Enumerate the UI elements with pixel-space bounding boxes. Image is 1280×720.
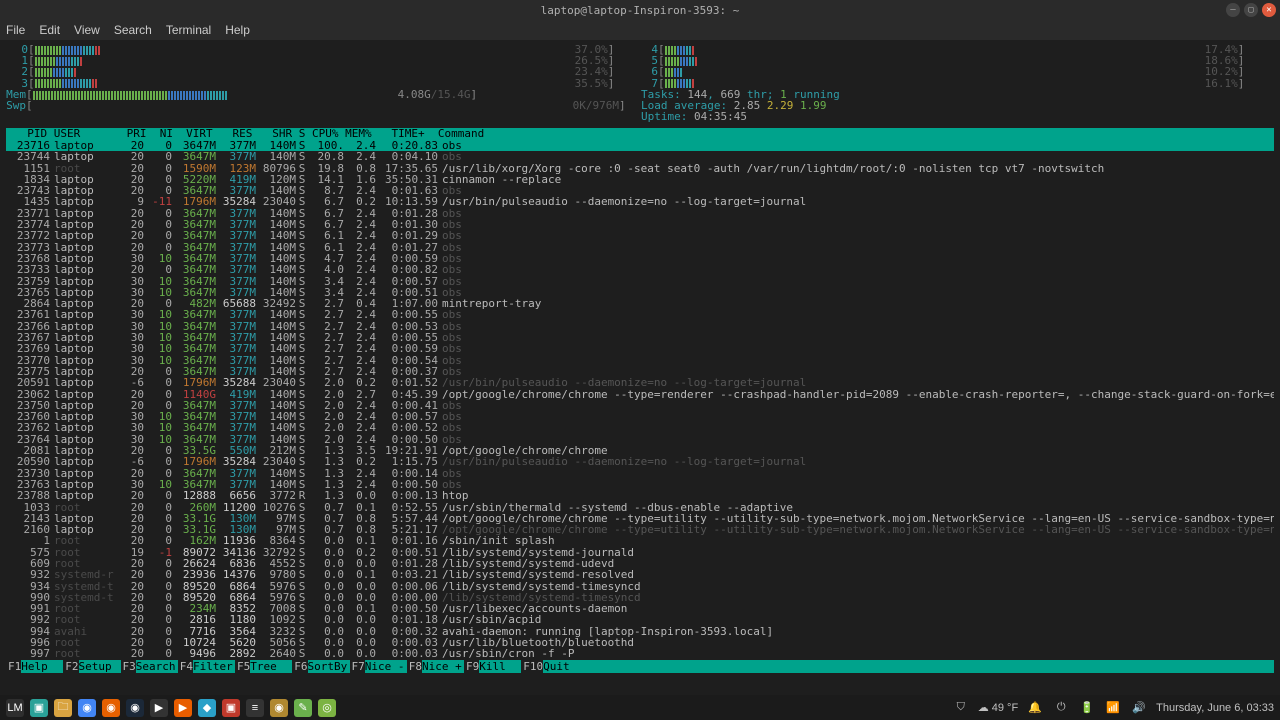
vlc-icon[interactable]: ▶ bbox=[174, 699, 192, 717]
task-summary: Tasks: 144, 669 thr; 1 running Load aver… bbox=[641, 89, 840, 123]
menu-button[interactable]: LM bbox=[6, 699, 24, 717]
fkey-F2[interactable]: F2Setup bbox=[63, 660, 120, 673]
menu-edit[interactable]: Edit bbox=[39, 23, 60, 37]
mem-meters: Mem [ 4.08G/15.4G ] Swp [ 0K/976M ] bbox=[6, 89, 626, 111]
tray-icon[interactable]: 🔔 bbox=[1026, 699, 1044, 717]
fkey-F10[interactable]: F10Quit bbox=[521, 660, 585, 673]
fkey-F4[interactable]: F4Filter bbox=[178, 660, 235, 673]
clock-widget[interactable]: Thursday, June 6, 03:33 bbox=[1156, 702, 1274, 714]
files-icon[interactable]: ▣ bbox=[30, 699, 48, 717]
tray-icon[interactable]: 🔊 bbox=[1130, 699, 1148, 717]
menu-view[interactable]: View bbox=[74, 23, 100, 37]
menu-file[interactable]: File bbox=[6, 23, 25, 37]
process-row[interactable]: 20590 laptop -6 0 1796M 35284 23040 S 1.… bbox=[6, 456, 1274, 467]
fkey-F3[interactable]: F3Search bbox=[121, 660, 178, 673]
fkey-F6[interactable]: F6SortBy bbox=[292, 660, 349, 673]
cpu-meter-3: 3[ 35.5%] bbox=[16, 78, 614, 89]
close-button[interactable]: ✕ bbox=[1262, 3, 1276, 17]
menubar: File Edit View Search Terminal Help bbox=[0, 20, 1280, 40]
fkey-F5[interactable]: F5Tree bbox=[235, 660, 292, 673]
menu-help[interactable]: Help bbox=[225, 23, 250, 37]
fkey-F1[interactable]: F1Help bbox=[6, 660, 63, 673]
process-row[interactable]: 1 root 20 0 162M 11936 8364 S 0.0 0.1 0:… bbox=[6, 535, 1274, 546]
cpu-meter-5: 5[ 18.6%] bbox=[646, 55, 1244, 66]
app-icon[interactable]: ◉ bbox=[270, 699, 288, 717]
terminal-body[interactable]: 0[ 37.0%] 1[ 26.5%] 2[ 23.4%] 3[ 35.5%] … bbox=[0, 40, 1280, 695]
tray-icon[interactable]: ⏻ bbox=[1052, 699, 1070, 717]
process-list[interactable]: 23716 laptop 20 0 3647M 377M 140M S 100.… bbox=[6, 140, 1274, 660]
tray-icon[interactable]: 📶 bbox=[1104, 699, 1122, 717]
chrome-icon[interactable]: ◉ bbox=[78, 699, 96, 717]
minimize-button[interactable]: – bbox=[1226, 3, 1240, 17]
app-icon[interactable]: ◆ bbox=[198, 699, 216, 717]
fkey-bar[interactable]: F1HelpF2SetupF3SearchF4FilterF5TreeF6Sor… bbox=[6, 660, 1274, 673]
cpu-meter-1: 1[ 26.5%] bbox=[16, 55, 614, 66]
window-titlebar: laptop@laptop-Inspiron-3593: ~ – ▢ ✕ bbox=[0, 0, 1280, 20]
fkey-F7[interactable]: F7Nice - bbox=[350, 660, 407, 673]
cpu-meter-4: 4[ 17.4%] bbox=[646, 44, 1244, 55]
cpu-meter-6: 6[ 10.2%] bbox=[646, 66, 1244, 77]
terminal-icon[interactable]: ▶ bbox=[150, 699, 168, 717]
fkey-F8[interactable]: F8Nice + bbox=[407, 660, 464, 673]
tray-icon[interactable]: ⛉ bbox=[952, 699, 970, 717]
temp-widget[interactable]: ☁ 49 °F bbox=[978, 701, 1018, 714]
mint-icon[interactable]: ◎ bbox=[318, 699, 336, 717]
maximize-button[interactable]: ▢ bbox=[1244, 3, 1258, 17]
menu-search[interactable]: Search bbox=[114, 23, 152, 37]
app-icon[interactable]: ≡ bbox=[246, 699, 264, 717]
process-row[interactable]: 932 systemd-r 20 0 23936 14376 9780 S 0.… bbox=[6, 569, 1274, 580]
taskbar[interactable]: LM ▣ 🗀 ◉ ◉ ◉ ▶ ▶ ◆ ▣ ≡ ◉ ✎ ◎ ⛉ ☁ 49 °F 🔔 ⏻ 🔋 📶 🔊 Thur… bbox=[0, 695, 1280, 720]
process-row[interactable]: 23788 laptop 20 0 12888 6656 3772 R 1.3 … bbox=[6, 490, 1274, 501]
process-row[interactable]: 23733 laptop 20 0 3647M 377M 140M S 4.0 … bbox=[6, 264, 1274, 275]
column-header[interactable]: PID USER PRI NI VIRT RES SHR S CPU% MEM%… bbox=[6, 128, 1274, 140]
steam-icon[interactable]: ◉ bbox=[126, 699, 144, 717]
process-row[interactable]: 23772 laptop 20 0 3647M 377M 140M S 6.1 … bbox=[6, 230, 1274, 241]
folder-icon[interactable]: 🗀 bbox=[54, 699, 72, 717]
window-title: laptop@laptop-Inspiron-3593: ~ bbox=[541, 4, 740, 17]
app-icon[interactable]: ✎ bbox=[294, 699, 312, 717]
process-row[interactable]: 23744 laptop 20 0 3647M 377M 140M S 20.8… bbox=[6, 151, 1274, 162]
app-icon[interactable]: ▣ bbox=[222, 699, 240, 717]
tray-icon[interactable]: 🔋 bbox=[1078, 699, 1096, 717]
cpu-meter-2: 2[ 23.4%] bbox=[16, 66, 614, 77]
fkey-F9[interactable]: F9Kill bbox=[464, 660, 521, 673]
firefox-icon[interactable]: ◉ bbox=[102, 699, 120, 717]
process-row[interactable]: 23769 laptop 30 10 3647M 377M 140M S 2.7… bbox=[6, 343, 1274, 354]
process-row[interactable]: 997 root 20 0 9496 2892 2640 S 0.0 0.0 0… bbox=[6, 648, 1274, 659]
menu-terminal[interactable]: Terminal bbox=[166, 23, 211, 37]
cpu-meter-0: 0[ 37.0%] bbox=[16, 44, 614, 55]
process-row[interactable]: 20591 laptop -6 0 1796M 35284 23040 S 2.… bbox=[6, 377, 1274, 388]
